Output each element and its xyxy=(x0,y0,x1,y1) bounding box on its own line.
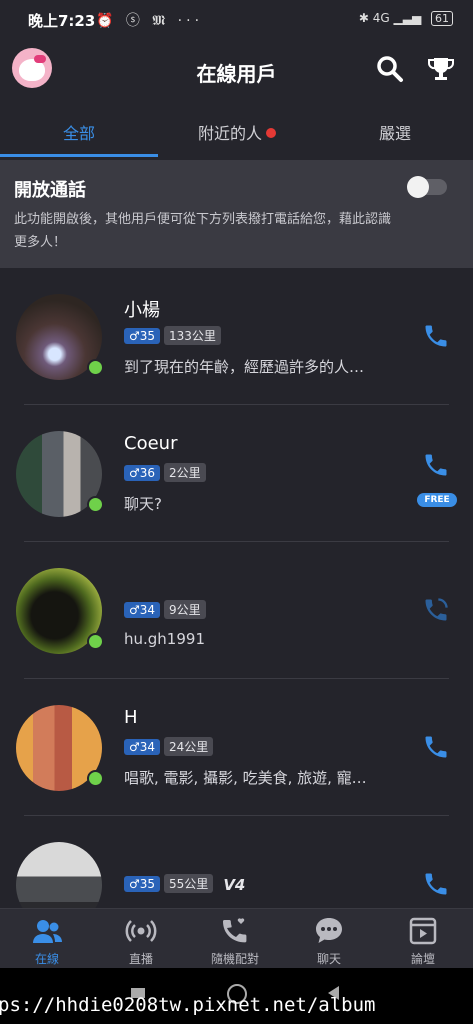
bottom-nav: 在線 直播 隨機配對 聊天 論壇 xyxy=(0,908,473,969)
online-indicator xyxy=(87,496,104,513)
gender-age-badge: ♂35 xyxy=(124,328,161,344)
phone-call-icon[interactable] xyxy=(422,322,450,350)
distance-badge: 133公里 xyxy=(164,326,221,345)
app-header: 在線用戶 xyxy=(0,40,473,98)
user-bio: 到了現在的年齡，經歷過許多的人… xyxy=(124,358,365,376)
online-indicator xyxy=(87,770,104,787)
distance-badge: 24公里 xyxy=(164,737,214,756)
free-call-badge: FREE xyxy=(417,493,457,507)
watermark-url: ps://hhdie0208tw.pixnet.net/album xyxy=(0,994,376,1016)
phone-call-icon[interactable] xyxy=(422,451,450,479)
list-item[interactable]: ♂35 55公里 V4 xyxy=(0,816,473,908)
status-icons: ⏰ ⓢ 𝕸 ··· xyxy=(96,13,204,29)
user-tags: ♂34 9公里 xyxy=(124,600,206,619)
phone-call-icon[interactable] xyxy=(422,870,450,898)
user-tags: ♂35 55公里 V4 xyxy=(124,874,245,894)
tab-nearby[interactable]: 附近的人 xyxy=(158,120,316,144)
user-name: H xyxy=(124,707,138,728)
tab-all[interactable]: 全部 xyxy=(0,120,158,144)
user-bio: 唱歌, 電影, 攝影, 吃美食, 旅遊, 寵… xyxy=(124,769,367,787)
nav-label: 直播 xyxy=(128,952,153,966)
broadcast-icon xyxy=(125,920,157,942)
active-tab-indicator xyxy=(0,154,158,157)
phone-heart-icon xyxy=(223,918,247,943)
phone-busy-icon[interactable] xyxy=(422,596,450,624)
open-call-title: 開放通話 xyxy=(14,180,86,201)
nav-online[interactable]: 在線 xyxy=(0,909,94,969)
status-bar: 晚上7:23 ⏰ ⓢ 𝕸 ··· ✱ 4G ▁▃▅ 61 xyxy=(0,0,473,40)
tab-bar: 全部 附近的人 嚴選 xyxy=(0,102,473,158)
user-tags: ♂36 2公里 xyxy=(124,463,206,482)
status-time: 晚上7:23 xyxy=(28,12,96,30)
gender-age-badge: ♂36 xyxy=(124,465,161,481)
list-item[interactable]: 小楊 ♂35 133公里 到了現在的年齡，經歷過許多的人… xyxy=(0,268,473,405)
user-bio: hu.gh1991 xyxy=(124,630,205,648)
list-item[interactable]: Coeur ♂36 2公里 聊天? FREE xyxy=(0,405,473,542)
notification-dot xyxy=(266,128,276,138)
users-icon xyxy=(33,920,62,943)
user-photo xyxy=(16,842,102,908)
list-item[interactable]: ♂34 9公里 hu.gh1991 xyxy=(0,542,473,679)
system-nav-bar: ps://hhdie0208tw.pixnet.net/album xyxy=(0,968,473,1024)
user-tags: ♂35 133公里 xyxy=(124,326,221,345)
open-call-toggle[interactable] xyxy=(407,176,447,198)
status-right: ✱ 4G ▁▃▅ 61 xyxy=(359,11,453,26)
network-label: 4G xyxy=(372,11,390,25)
open-call-description: 此功能開啟後，其他用戶便可從下方列表撥打電話給您，藉此認識更多人！ xyxy=(14,212,392,250)
phone-call-icon[interactable] xyxy=(422,733,450,761)
user-tags: ♂34 24公里 xyxy=(124,737,214,756)
online-indicator xyxy=(87,633,104,650)
chat-bubble-icon xyxy=(316,918,342,943)
toggle-knob xyxy=(407,176,429,198)
vip-level-badge: V4 xyxy=(223,876,246,894)
forum-icon xyxy=(409,917,437,945)
gender-age-badge: ♂34 xyxy=(124,602,161,618)
tab-selected[interactable]: 嚴選 xyxy=(316,120,473,144)
distance-badge: 55公里 xyxy=(164,874,214,893)
nav-label: 在線 xyxy=(34,952,59,966)
nav-live[interactable]: 直播 xyxy=(94,909,188,969)
nav-label: 論壇 xyxy=(410,952,435,966)
distance-badge: 9公里 xyxy=(164,600,206,619)
list-item[interactable]: H ♂34 24公里 唱歌, 電影, 攝影, 吃美食, 旅遊, 寵… xyxy=(0,679,473,816)
open-call-panel: 開放通話 此功能開啟後，其他用戶便可從下方列表撥打電話給您，藉此認識更多人！ xyxy=(0,160,473,268)
bluetooth-icon: ✱ xyxy=(358,11,369,25)
nav-random-match[interactable]: 隨機配對 xyxy=(188,909,282,969)
nav-forum[interactable]: 論壇 xyxy=(376,909,470,969)
search-icon[interactable] xyxy=(375,54,405,84)
user-list: 小楊 ♂35 133公里 到了現在的年齡，經歷過許多的人… Coeur ♂36 2公… xyxy=(0,268,473,908)
trophy-icon[interactable] xyxy=(426,54,456,84)
nav-chat[interactable]: 聊天 xyxy=(282,909,376,969)
user-name: Coeur xyxy=(124,433,178,454)
tab-nearby-label: 附近的人 xyxy=(197,124,262,143)
nav-label: 隨機配對 xyxy=(210,952,259,966)
gender-age-badge: ♂35 xyxy=(124,876,161,892)
user-name: 小楊 xyxy=(124,300,160,321)
online-indicator xyxy=(87,359,104,376)
battery-indicator: 61 xyxy=(431,11,453,26)
gender-age-badge: ♂34 xyxy=(124,739,161,755)
signal-icon: ▁▃▅ xyxy=(393,11,422,25)
nav-label: 聊天 xyxy=(316,952,341,966)
user-bio: 聊天? xyxy=(124,495,162,513)
distance-badge: 2公里 xyxy=(164,463,206,482)
